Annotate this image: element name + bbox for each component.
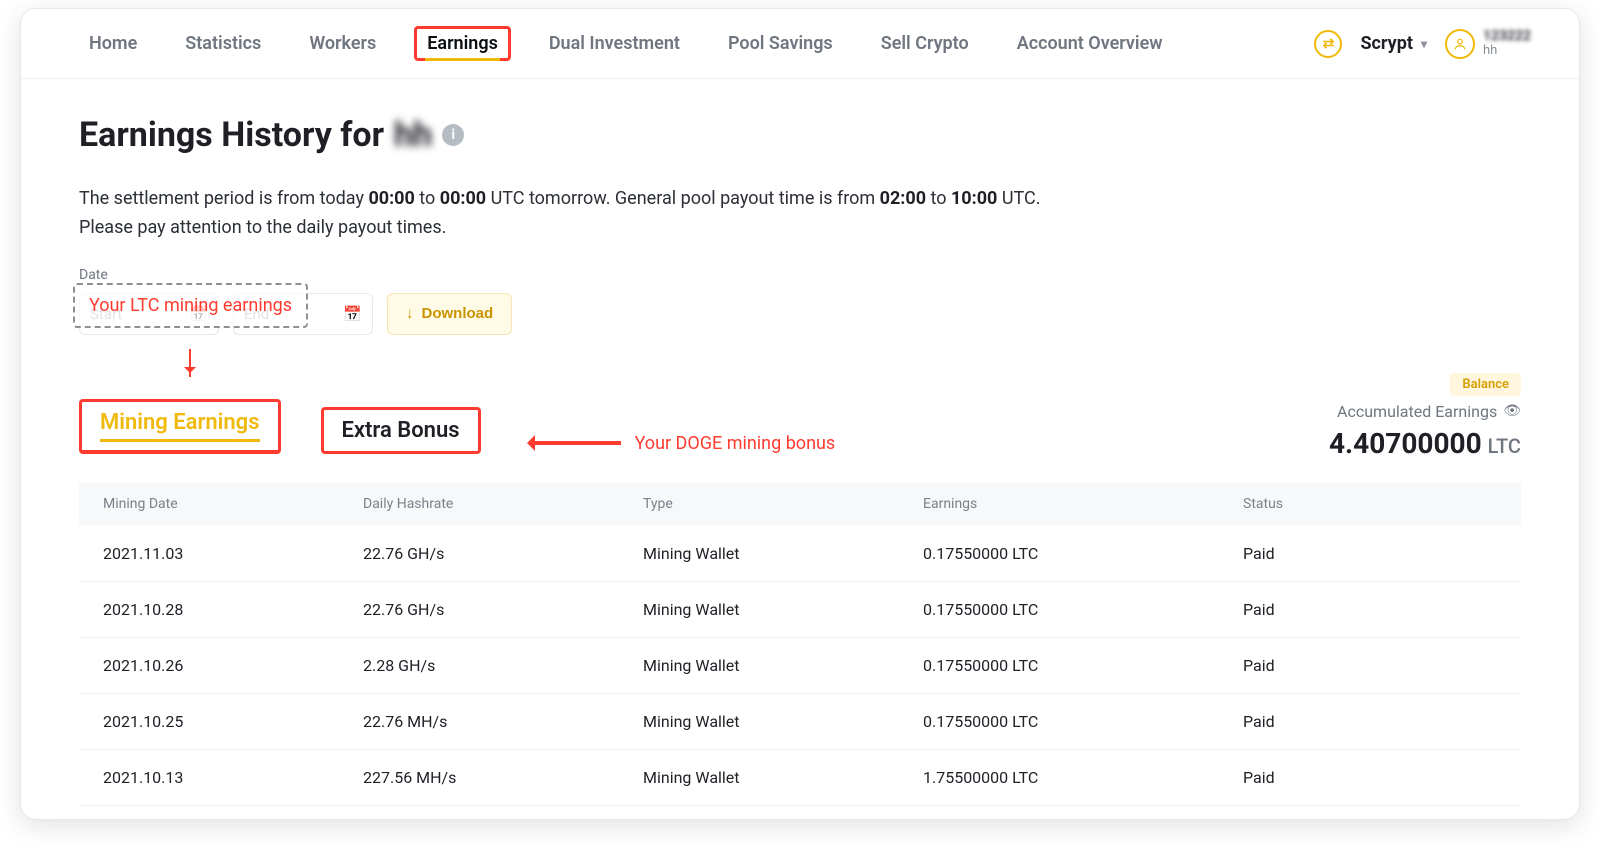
table-row: 2021.11.0322.76 GH/sMining Wallet0.17550… xyxy=(79,526,1521,582)
title-user: hh xyxy=(394,115,432,155)
info-icon[interactable]: i xyxy=(442,124,464,146)
cell-date: 2021.11.03 xyxy=(103,544,363,563)
cell-status: Paid xyxy=(1243,656,1497,675)
col-mining-date: Mining Date xyxy=(103,496,363,512)
annotation-doge: Your DOGE mining bonus xyxy=(635,433,836,454)
cell-type: Mining Wallet xyxy=(643,544,923,563)
col-type: Type xyxy=(643,496,923,512)
accumulated-value: 4.40700000LTC xyxy=(1329,427,1521,460)
col-daily-hashrate: Daily Hashrate xyxy=(363,496,643,512)
cell-earn: 0.17550000 LTC xyxy=(923,712,1243,731)
tabs-row: Mining Earnings Extra Bonus Your DOGE mi… xyxy=(79,399,1521,454)
cell-earn: 0.17550000 LTC xyxy=(923,656,1243,675)
calendar-icon: 📅 xyxy=(343,305,362,323)
annotation-arrow-down xyxy=(189,349,191,377)
user-text: 123222 hh xyxy=(1483,29,1531,59)
main-window: Home Statistics Workers Earnings Dual In… xyxy=(20,8,1580,820)
balance-badge[interactable]: Balance xyxy=(1450,373,1521,396)
col-status: Status xyxy=(1243,496,1497,512)
user-id: 123222 xyxy=(1483,29,1531,44)
cell-hash: 22.76 MH/s xyxy=(363,712,643,731)
cell-status: Paid xyxy=(1243,600,1497,619)
table-row: 2021.10.262.28 GH/sMining Wallet0.175500… xyxy=(79,638,1521,694)
cell-type: Mining Wallet xyxy=(643,600,923,619)
table-header: Mining Date Daily Hashrate Type Earnings… xyxy=(79,482,1521,526)
nav-sell-crypto[interactable]: Sell Crypto xyxy=(871,27,979,60)
cell-type: Mining Wallet xyxy=(643,656,923,675)
cell-status: Paid xyxy=(1243,544,1497,563)
cell-type: Mining Wallet xyxy=(643,712,923,731)
nav: Home Statistics Workers Earnings Dual In… xyxy=(39,26,1173,61)
user-block[interactable]: 123222 hh xyxy=(1445,29,1531,59)
title-prefix: Earnings History for xyxy=(79,115,384,155)
cell-earn: 1.75500000 LTC xyxy=(923,768,1243,787)
table-body: 2021.11.0322.76 GH/sMining Wallet0.17550… xyxy=(79,526,1521,806)
topbar: Home Statistics Workers Earnings Dual In… xyxy=(21,9,1579,79)
settlement-description: The settlement period is from today 00:0… xyxy=(79,185,1229,243)
eye-icon[interactable]: 👁 xyxy=(1503,403,1521,419)
algorithm-label: Scrypt xyxy=(1360,33,1413,54)
download-label: Download xyxy=(422,305,494,322)
right-stats: Balance Accumulated Earnings 👁 4.4070000… xyxy=(1329,373,1521,460)
topbar-right: ⇄ Scrypt ▾ 123222 hh xyxy=(1314,29,1561,59)
arrow-line xyxy=(531,441,621,445)
cell-date: 2021.10.13 xyxy=(103,768,363,787)
swap-icon[interactable]: ⇄ xyxy=(1314,30,1342,58)
page-title: Earnings History for hh i xyxy=(79,115,1521,155)
tab-extra-bonus[interactable]: Extra Bonus xyxy=(321,407,481,454)
date-row: Your LTC mining earnings Start 📅 End 📅 ↓… xyxy=(79,293,1521,335)
col-earnings: Earnings xyxy=(923,496,1243,512)
nav-pool-savings[interactable]: Pool Savings xyxy=(718,27,843,60)
cell-date: 2021.10.25 xyxy=(103,712,363,731)
user-avatar-icon xyxy=(1445,29,1475,59)
accumulated-label: Accumulated Earnings 👁 xyxy=(1337,402,1521,421)
cell-date: 2021.10.28 xyxy=(103,600,363,619)
chevron-down-icon: ▾ xyxy=(1421,37,1427,51)
table-row: 2021.10.13227.56 MH/sMining Wallet1.7550… xyxy=(79,750,1521,806)
annotation-ltc: Your LTC mining earnings xyxy=(73,283,308,328)
annotation-doge-arrow: Your DOGE mining bonus xyxy=(531,433,836,454)
date-label: Date xyxy=(79,267,1521,283)
download-button[interactable]: ↓ Download xyxy=(387,293,512,335)
table-row: 2021.10.2822.76 GH/sMining Wallet0.17550… xyxy=(79,582,1521,638)
table-row: 2021.10.2522.76 MH/sMining Wallet0.17550… xyxy=(79,694,1521,750)
cell-hash: 22.76 GH/s xyxy=(363,600,643,619)
cell-type: Mining Wallet xyxy=(643,768,923,787)
cell-date: 2021.10.26 xyxy=(103,656,363,675)
earnings-table: Mining Date Daily Hashrate Type Earnings… xyxy=(79,482,1521,806)
tab-mining-earnings[interactable]: Mining Earnings xyxy=(79,399,281,454)
nav-statistics[interactable]: Statistics xyxy=(175,27,271,60)
algorithm-select[interactable]: Scrypt ▾ xyxy=(1360,33,1427,54)
cell-hash: 227.56 MH/s xyxy=(363,768,643,787)
nav-workers[interactable]: Workers xyxy=(299,27,386,60)
content: Earnings History for hh i The settlement… xyxy=(21,79,1579,806)
nav-earnings[interactable]: Earnings xyxy=(414,26,511,61)
user-sub: hh xyxy=(1483,44,1531,58)
cell-status: Paid xyxy=(1243,768,1497,787)
cell-status: Paid xyxy=(1243,712,1497,731)
cell-earn: 0.17550000 LTC xyxy=(923,544,1243,563)
download-icon: ↓ xyxy=(406,305,414,322)
cell-hash: 2.28 GH/s xyxy=(363,656,643,675)
nav-dual-investment[interactable]: Dual Investment xyxy=(539,27,690,60)
nav-account-overview[interactable]: Account Overview xyxy=(1007,27,1173,60)
nav-home[interactable]: Home xyxy=(79,27,147,60)
cell-earn: 0.17550000 LTC xyxy=(923,600,1243,619)
cell-hash: 22.76 GH/s xyxy=(363,544,643,563)
